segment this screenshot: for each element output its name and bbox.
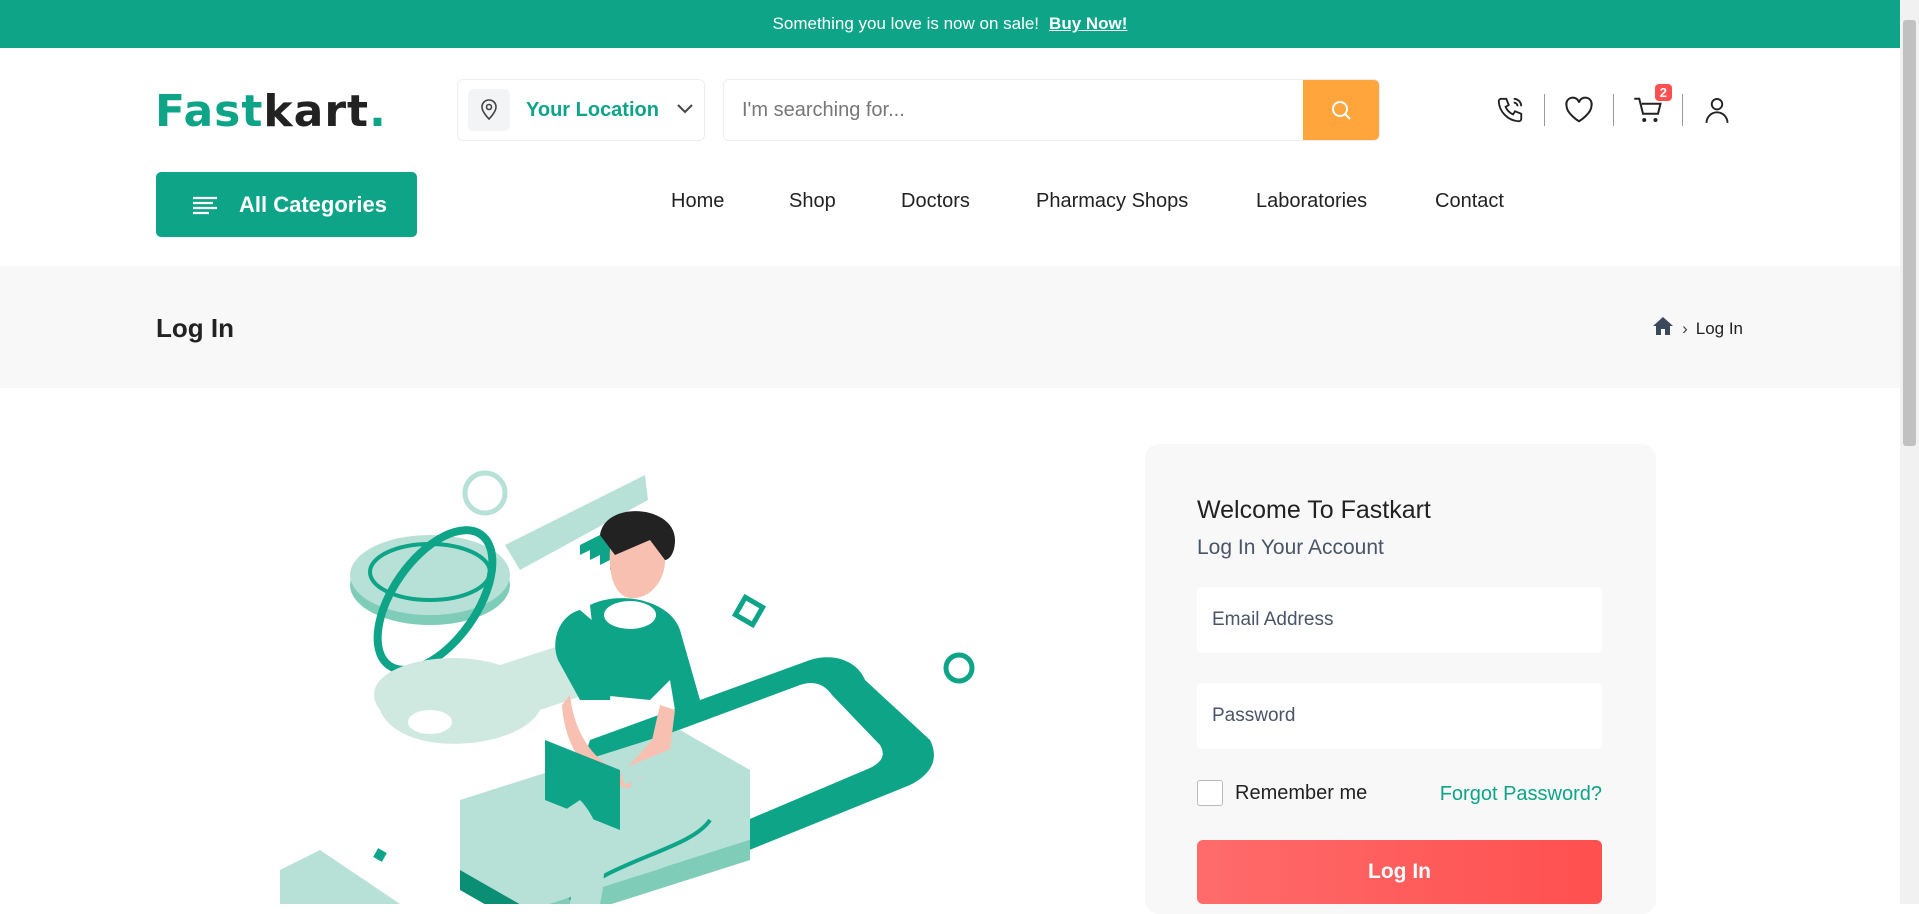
divider: [1613, 94, 1614, 126]
password-field[interactable]: [1197, 683, 1602, 749]
page-title: Log In: [156, 313, 234, 343]
search-input[interactable]: [724, 80, 1303, 140]
all-categories-button[interactable]: All Categories: [156, 172, 417, 237]
divider: [1544, 94, 1545, 126]
email-field[interactable]: [1197, 587, 1602, 653]
heart-icon[interactable]: [1559, 92, 1599, 128]
chevron-down-icon: [677, 101, 693, 119]
breadcrumb-current: Log In: [1695, 318, 1743, 338]
logo-dot: .: [369, 86, 387, 137]
login-illustration: [280, 440, 1000, 904]
menu-lines-icon: [193, 196, 217, 214]
nav-laboratories[interactable]: Laboratories: [1256, 190, 1367, 213]
login-button[interactable]: Log In: [1197, 840, 1602, 904]
search-button[interactable]: [1303, 80, 1379, 140]
logo[interactable]: Fastkart.: [155, 86, 387, 137]
header-icons: 2: [1490, 84, 1737, 128]
nav-doctors[interactable]: Doctors: [901, 190, 970, 213]
logo-part-fast: Fast: [155, 86, 264, 137]
promo-message: Something you love is now on sale!: [772, 14, 1040, 33]
buy-now-link[interactable]: Buy Now!: [1049, 14, 1127, 34]
vertical-scrollbar[interactable]: [1900, 0, 1919, 904]
login-card: Welcome To Fastkart Log In Your Account …: [1145, 444, 1656, 914]
login-heading: Welcome To Fastkart: [1197, 496, 1431, 524]
divider: [1682, 94, 1683, 126]
nav-pharmacy-shops[interactable]: Pharmacy Shops: [1036, 190, 1188, 213]
login-subheading: Log In Your Account: [1197, 536, 1384, 559]
all-categories-label: All Categories: [239, 191, 387, 217]
location-label: Your Location: [526, 98, 659, 121]
promo-bar: Something you love is now on sale! Buy N…: [0, 0, 1900, 48]
user-icon[interactable]: [1697, 92, 1737, 128]
remember-me: Remember me: [1197, 780, 1367, 806]
remember-me-label: Remember me: [1235, 781, 1368, 804]
search-bar: [723, 79, 1380, 141]
cart-badge: 2: [1654, 84, 1672, 101]
breadcrumb: › Log In: [1652, 316, 1743, 341]
nav-home[interactable]: Home: [671, 190, 724, 213]
nav-shop[interactable]: Shop: [789, 190, 836, 213]
scrollbar-thumb[interactable]: [1903, 20, 1916, 446]
cart-icon[interactable]: 2: [1628, 84, 1672, 128]
phone-icon[interactable]: [1490, 92, 1530, 128]
home-icon[interactable]: [1652, 316, 1674, 341]
nav-contact[interactable]: Contact: [1435, 190, 1504, 213]
logo-part-kart: kart: [263, 86, 370, 137]
map-pin-icon: [468, 89, 510, 131]
location-selector[interactable]: Your Location: [457, 79, 705, 141]
forgot-password-link[interactable]: Forgot Password?: [1440, 783, 1602, 806]
remember-me-checkbox[interactable]: [1197, 780, 1223, 806]
breadcrumb-separator: ›: [1682, 318, 1688, 338]
search-icon: [1332, 101, 1351, 120]
breadcrumb-section: Log In › Log In: [0, 266, 1900, 388]
